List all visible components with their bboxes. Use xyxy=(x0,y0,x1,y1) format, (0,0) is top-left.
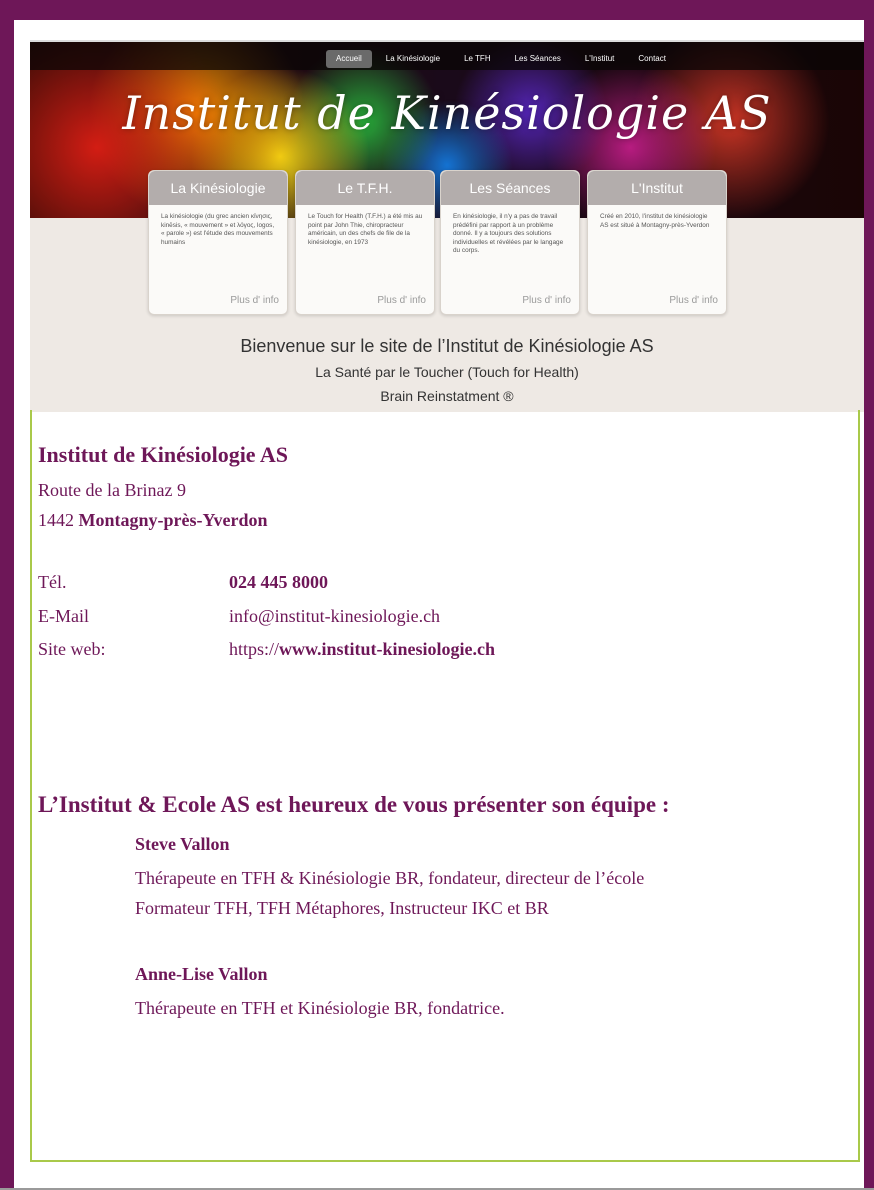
card-more-link[interactable]: Plus d' info xyxy=(669,295,718,306)
card-title: La Kinésiologie xyxy=(149,171,287,205)
welcome-tagline: La Santé par le Toucher (Touch for Healt… xyxy=(315,364,579,380)
website-screenshot-banner: Accueil La Kinésiologie Le TFH Les Séanc… xyxy=(30,40,864,412)
team-member: Steve Vallon Thérapeute en TFH & Kinésio… xyxy=(135,834,644,923)
page-frame-right xyxy=(864,0,874,1190)
nav-item-kinesiologie[interactable]: La Kinésiologie xyxy=(376,50,450,68)
team-heading: L’Institut & Ecole AS est heureux de vou… xyxy=(38,792,670,817)
card-institut: L'Institut Créé en 2010, l'institut de k… xyxy=(587,170,727,315)
website-link[interactable]: https://www.institut-kinesiologie.ch xyxy=(229,639,495,660)
member-name: Anne-Lise Vallon xyxy=(135,964,268,984)
card-seances: Les Séances En kinésiologie, il n'y a pa… xyxy=(440,170,580,315)
nav-item-tfh[interactable]: Le TFH xyxy=(454,50,501,68)
card-title: Le T.F.H. xyxy=(296,171,434,205)
card-text: Le Touch for Health (T.F.H.) a été mis a… xyxy=(308,213,423,246)
card-kinesiologie: La Kinésiologie La kinésiologie (du grec… xyxy=(148,170,288,315)
card-more-link[interactable]: Plus d' info xyxy=(522,295,571,306)
phone-label: Tél. xyxy=(38,572,67,592)
website-domain: www.institut-kinesiologie.ch xyxy=(279,639,496,659)
card-more-link[interactable]: Plus d' info xyxy=(230,295,279,306)
nav-item-seances[interactable]: Les Séances xyxy=(505,50,571,68)
website-label: Site web: xyxy=(38,639,106,659)
address-zip: 1442 xyxy=(38,510,74,530)
nav-item-institut[interactable]: L'Institut xyxy=(575,50,625,68)
address-city-line: 1442 Montagny-près-Yverdon xyxy=(38,510,268,531)
institute-name: Institut de Kinésiologie AS xyxy=(38,442,288,467)
card-title: L'Institut xyxy=(588,171,726,205)
member-role-line: Formateur TFH, TFH Métaphores, Instructe… xyxy=(135,898,549,918)
card-text: En kinésiologie, il n'y a pas de travail… xyxy=(453,213,564,254)
welcome-brain: Brain Reinstatment ® xyxy=(380,388,514,404)
card-more-link[interactable]: Plus d' info xyxy=(377,295,426,306)
team-member: Anne-Lise Vallon Thérapeute en TFH et Ki… xyxy=(135,964,505,1023)
hero-title: Institut de Kinésiologie AS xyxy=(122,86,772,140)
page-frame-top xyxy=(0,0,874,20)
website-prefix: https:// xyxy=(229,639,280,659)
welcome-heading: Bienvenue sur le site de l’Institut de K… xyxy=(240,336,654,356)
card-tfh: Le T.F.H. Le Touch for Health (T.F.H.) a… xyxy=(295,170,435,315)
page-frame-left xyxy=(0,0,14,1190)
member-role-line: Thérapeute en TFH & Kinésiologie BR, fon… xyxy=(135,868,645,888)
card-title: Les Séances xyxy=(441,171,579,205)
member-role-line: Thérapeute en TFH et Kinésiologie BR, fo… xyxy=(135,998,505,1018)
nav-item-contact[interactable]: Contact xyxy=(628,50,676,68)
member-name: Steve Vallon xyxy=(135,834,230,854)
address-street: Route de la Brinaz 9 xyxy=(38,480,186,500)
card-text: La kinésiologie (du grec ancien κίνησις,… xyxy=(161,213,275,246)
card-text: Créé en 2010, l'institut de kinésiologie… xyxy=(600,213,710,229)
member-description: Thérapeute en TFH et Kinésiologie BR, fo… xyxy=(135,993,505,1023)
phone-value[interactable]: 024 445 8000 xyxy=(229,572,328,593)
member-description: Thérapeute en TFH & Kinésiologie BR, fon… xyxy=(135,863,644,923)
address-city: Montagny-près-Yverdon xyxy=(78,510,268,530)
main-nav: Accueil La Kinésiologie Le TFH Les Séanc… xyxy=(326,50,680,68)
email-label: E-Mail xyxy=(38,606,89,626)
nav-item-accueil[interactable]: Accueil xyxy=(326,50,372,68)
email-value[interactable]: info@institut-kinesiologie.ch xyxy=(229,606,440,627)
